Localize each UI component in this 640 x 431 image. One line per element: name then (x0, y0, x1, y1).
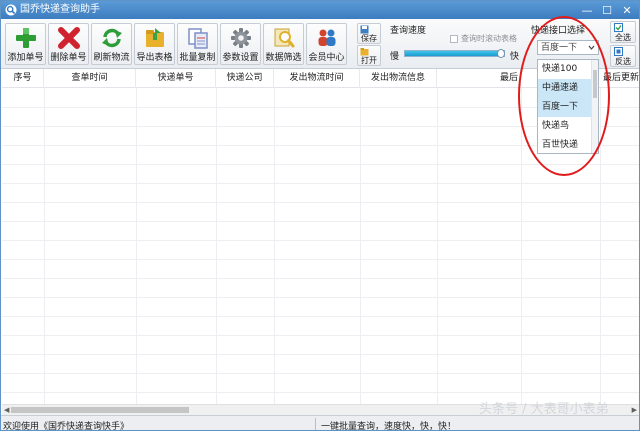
scroll-table-checkbox-label: 查询时滚动表格 (461, 34, 517, 43)
speed-slider-fill (405, 51, 501, 56)
save-button[interactable]: 保存 (357, 23, 381, 44)
select-all-button[interactable]: 全选 (610, 21, 636, 43)
app-window: 国乔快递查询助手 — ☐ ✕ 添加单号 删除单号 刷新物流 导出表格 批量复制 … (0, 0, 640, 431)
export-table-button[interactable]: 导出表格 (134, 23, 175, 65)
refresh-icon (102, 28, 122, 48)
window-title: 国乔快递查询助手 (20, 4, 100, 15)
open-button[interactable]: 打开 (357, 45, 381, 66)
minimize-button[interactable]: — (577, 2, 597, 18)
select-all-icon (614, 23, 623, 32)
scroll-right-arrow-icon[interactable]: ▶ (632, 406, 637, 414)
fast-label: 快 (510, 52, 520, 62)
data-filter-button[interactable]: 数据筛选 (263, 23, 304, 65)
save-icon (360, 25, 369, 34)
add-number-button[interactable]: 添加单号 (5, 23, 46, 65)
gear-icon (231, 28, 251, 48)
api-option-baidu[interactable]: 百度一下 (538, 98, 592, 117)
parameter-settings-button[interactable]: 参数设置 (220, 23, 261, 65)
dropdown-scrollbar-thumb[interactable] (593, 70, 597, 98)
api-select-label: 快递接口选择 (531, 26, 586, 36)
speed-label: 查询速度 (390, 26, 427, 36)
column-header-index[interactable]: 序号 (2, 69, 44, 88)
api-select[interactable]: 百度一下 (537, 40, 599, 55)
member-center-button[interactable]: 会员中心 (306, 23, 347, 65)
column-header-last[interactable]: 最后 (437, 69, 521, 88)
api-option-kdniao[interactable]: 快递鸟 (538, 117, 592, 136)
copy-icon (188, 28, 208, 49)
speed-slider[interactable] (404, 49, 505, 58)
export-folder-icon (146, 28, 164, 47)
api-option-kuaidi100[interactable]: 快递100 (538, 60, 592, 79)
status-welcome-text: 欢迎使用《国乔快递查询快手》 (3, 422, 130, 431)
column-header-last-update[interactable]: 最后更新物流 (600, 69, 639, 88)
api-option-zto[interactable]: 中通速递 (538, 79, 592, 98)
app-icon (5, 4, 17, 16)
column-header-ship-time[interactable]: 发出物流时间 (274, 69, 360, 88)
members-icon (318, 29, 336, 46)
scroll-left-arrow-icon[interactable]: ◀ (4, 406, 9, 414)
scroll-table-checkbox[interactable]: 查询时滚动表格 (450, 33, 517, 44)
filter-icon (274, 28, 295, 48)
chevron-down-icon[interactable] (587, 43, 596, 52)
delete-number-button[interactable]: 删除单号 (48, 23, 89, 65)
status-slogan-text: 一键批量查询，速度快，快，快！ (321, 422, 457, 431)
title-bar: 国乔快递查询助手 — ☐ ✕ (1, 1, 639, 19)
status-bar: 欢迎使用《国乔快递查询快手》 一键批量查询，速度快，快，快！ (1, 415, 639, 431)
dropdown-scrollbar[interactable] (591, 60, 598, 153)
column-header-tracking-number[interactable]: 快递单号 (136, 69, 216, 88)
slow-label: 慢 (390, 52, 400, 62)
api-dropdown-list: 快递100 中通速递 百度一下 快递鸟 百世快递 (537, 59, 599, 154)
speed-slider-thumb[interactable] (497, 49, 505, 58)
maximize-button[interactable]: ☐ (597, 2, 617, 18)
column-header-ship-info[interactable]: 发出物流信息 (360, 69, 437, 88)
api-select-value: 百度一下 (541, 43, 578, 53)
batch-copy-button[interactable]: 批量复制 (177, 23, 218, 65)
invert-selection-icon (614, 47, 623, 56)
plus-icon (16, 28, 36, 48)
horizontal-scrollbar-thumb[interactable] (11, 407, 189, 413)
api-option-best[interactable]: 百世快递 (538, 136, 592, 153)
window-controls: — ☐ ✕ (577, 2, 637, 18)
close-button[interactable]: ✕ (617, 2, 637, 18)
open-folder-icon (360, 48, 369, 56)
refresh-logistics-button[interactable]: 刷新物流 (91, 23, 132, 65)
x-icon (58, 27, 80, 49)
invert-selection-button[interactable]: 反选 (610, 45, 636, 67)
status-divider (315, 418, 316, 430)
checkbox-box[interactable] (450, 34, 458, 43)
column-header-courier[interactable]: 快递公司 (216, 69, 274, 88)
watermark: 头条号 / 大表哥小表弟 (479, 402, 609, 417)
column-header-query-time[interactable]: 查单时间 (44, 69, 136, 88)
